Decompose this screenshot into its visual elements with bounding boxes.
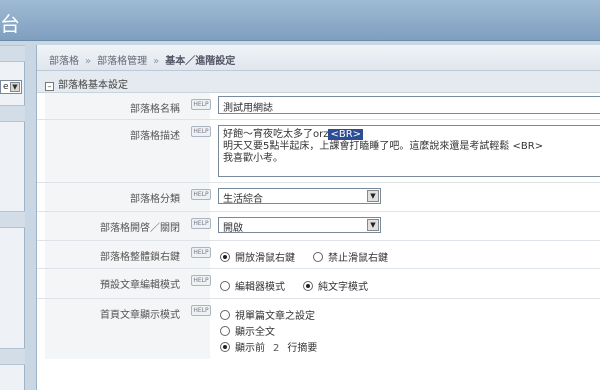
blog-name-input[interactable]: 測試用網誌: [218, 96, 600, 114]
label-editor-mode: 預設文章編輯模式: [100, 280, 180, 291]
category-select-value: 生活綜合: [223, 194, 263, 205]
row-label-cell: 預設文章編輯模式 HELP: [45, 269, 211, 298]
sidebar-band: [0, 348, 25, 365]
row-blog-open: 部落格開啓／關閉 HELP 開啟 ▼: [37, 212, 600, 241]
row-label-cell: 首頁文章顯示模式 HELP: [45, 299, 211, 359]
blog-description-textarea[interactable]: 好飽～宵夜吃太多了orz <BR> 明天又要5點半起床，上課會打瞌睡了吧。這麼說來…: [218, 125, 600, 177]
breadcrumb-separator-icon: »: [85, 56, 92, 67]
description-line-2: 明天又要5點半起床，上課會打瞌睡了吧。這麼說來還是考試輕鬆 <BR>: [223, 141, 544, 152]
summary-lines-value[interactable]: 2: [273, 343, 279, 354]
radio-per-article[interactable]: [220, 310, 230, 320]
help-button[interactable]: HELP: [191, 305, 211, 316]
chevron-down-icon[interactable]: ▼: [10, 82, 20, 92]
row-blog-category: 部落格分類 HELP 生活綜合 ▼: [37, 183, 600, 212]
row-value-cell: 編輯器模式 純文字模式: [212, 269, 600, 298]
sidebar-band: [0, 105, 25, 122]
help-button[interactable]: HELP: [191, 275, 211, 286]
label-right-click: 部落格整體鎖右鍵: [100, 252, 180, 263]
display-option-2: 顯示全文: [220, 323, 275, 338]
radio-label[interactable]: 開放滑鼠右鍵: [235, 253, 295, 264]
radio-allow-right-click[interactable]: [220, 252, 230, 262]
radio-label[interactable]: 視單篇文章之設定: [235, 311, 315, 322]
breadcrumb-separator-icon: »: [153, 56, 160, 67]
row-editor-mode: 預設文章編輯模式 HELP 編輯器模式 純文字模式: [37, 269, 600, 299]
display-option-3: 顯示前 2 行摘要: [220, 339, 317, 354]
help-button[interactable]: HELP: [191, 247, 211, 258]
label-blog-open: 部落格開啓／關閉: [100, 223, 180, 234]
row-value-cell: 生活綜合 ▼: [212, 183, 600, 211]
app-header: 台: [0, 0, 600, 41]
sidebar-select-value: e: [3, 82, 9, 92]
description-line-1: 好飽～宵夜吃太多了orz: [223, 129, 329, 140]
row-blog-description: 部落格描述 HELP 好飽～宵夜吃太多了orz <BR> 明天又要5點半起床，上課…: [37, 120, 600, 183]
category-select[interactable]: 生活綜合 ▼: [218, 188, 381, 205]
label-blog-description: 部落格描述: [130, 131, 180, 142]
main-panel: 部落格 » 部落格管理 » 基本／進階設定 – 部落格基本設定 部落格名稱 HELP 測試…: [36, 45, 600, 390]
open-select-value: 開啟: [223, 223, 243, 234]
sidebar-band: [0, 211, 25, 228]
row-value-cell: 開啟 ▼: [212, 212, 600, 240]
row-value-cell: 開放滑鼠右鍵 禁止滑鼠右鍵: [212, 241, 600, 268]
label-blog-name: 部落格名稱: [130, 104, 180, 115]
row-label-cell: 部落格名稱 HELP: [45, 93, 211, 119]
help-button[interactable]: HELP: [191, 126, 211, 137]
radio-label[interactable]: 禁止滑鼠右鍵: [328, 253, 388, 264]
section-title: 部落格基本設定: [58, 80, 128, 91]
description-line-3: 我喜歡小考。: [223, 153, 283, 164]
radio-label[interactable]: 顯示前: [235, 343, 265, 354]
row-label-cell: 部落格開啓／關閉 HELP: [45, 212, 211, 240]
radio-label[interactable]: 編輯器模式: [235, 282, 285, 293]
sidebar-select[interactable]: e ▼: [0, 80, 22, 94]
row-label-cell: 部落格分類 HELP: [45, 183, 211, 211]
row-value-cell: 測試用網誌: [212, 93, 600, 119]
breadcrumb: 部落格 » 部落格管理 » 基本／進階設定: [37, 45, 600, 71]
selected-text: <BR>: [328, 129, 364, 140]
chevron-down-icon[interactable]: ▼: [367, 219, 379, 231]
display-option-1: 視單篇文章之設定: [220, 307, 315, 322]
sidebar: e ▼: [0, 45, 25, 390]
label-blog-category: 部落格分類: [130, 194, 180, 205]
help-button[interactable]: HELP: [191, 189, 211, 200]
radio-block-right-click[interactable]: [313, 252, 323, 262]
app-title: 台: [0, 12, 21, 36]
section-header: – 部落格基本設定: [37, 71, 600, 93]
right-click-options: 開放滑鼠右鍵 禁止滑鼠右鍵: [220, 249, 388, 264]
row-value-cell: 好飽～宵夜吃太多了orz <BR> 明天又要5點半起床，上課會打瞌睡了吧。這麼說來…: [212, 120, 600, 182]
radio-plain-text-mode[interactable]: [303, 281, 313, 291]
breadcrumb-link-blog[interactable]: 部落格: [49, 56, 79, 67]
label-display-mode: 首頁文章顯示模式: [100, 310, 180, 321]
breadcrumb-link-manage[interactable]: 部落格管理: [97, 56, 147, 67]
row-display-mode: 首頁文章顯示模式 HELP 視單篇文章之設定 顯示全文 顯示前 2 行摘要: [37, 299, 600, 359]
help-button[interactable]: HELP: [191, 218, 211, 229]
row-right-click: 部落格整體鎖右鍵 HELP 開放滑鼠右鍵 禁止滑鼠右鍵: [37, 241, 600, 269]
radio-label[interactable]: 顯示全文: [235, 327, 275, 338]
radio-label-suffix: 行摘要: [287, 343, 318, 354]
description-line: 好飽～宵夜吃太多了orz <BR>: [223, 129, 600, 141]
breadcrumb-current: 基本／進階設定: [165, 56, 236, 67]
open-select[interactable]: 開啟 ▼: [218, 217, 381, 234]
row-label-cell: 部落格描述 HELP: [45, 120, 211, 182]
radio-editor-mode[interactable]: [220, 281, 230, 291]
sidebar-header-band: [0, 45, 25, 62]
help-button[interactable]: HELP: [191, 99, 211, 110]
row-label-cell: 部落格整體鎖右鍵 HELP: [45, 241, 211, 268]
editor-mode-options: 編輯器模式 純文字模式: [220, 278, 368, 293]
radio-full-text[interactable]: [220, 326, 230, 336]
radio-summary[interactable]: [220, 342, 230, 352]
row-value-cell: 視單篇文章之設定 顯示全文 顯示前 2 行摘要: [212, 299, 600, 359]
chevron-down-icon[interactable]: ▼: [367, 190, 379, 202]
radio-label[interactable]: 純文字模式: [318, 282, 368, 293]
row-blog-name: 部落格名稱 HELP 測試用網誌: [37, 93, 600, 120]
collapse-icon[interactable]: –: [45, 82, 54, 91]
